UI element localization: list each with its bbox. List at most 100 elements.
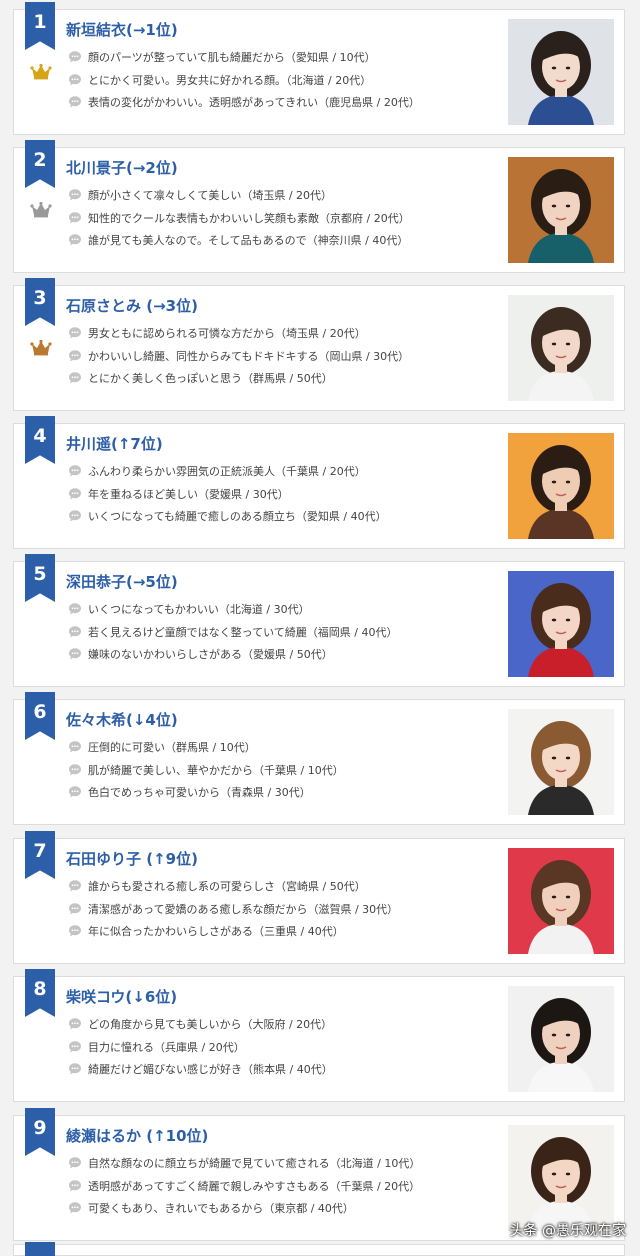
comment-item: 顔が小さくて凛々しくて美しい（埼玉県 / 20代） (68, 184, 410, 207)
comment-text: 誰からも愛される癒し系の可愛らしさ（宮崎県 / 50代） (88, 880, 366, 894)
comment-item: 男女ともに認められる可憐な方だから（埼玉県 / 20代） (68, 322, 409, 345)
comment-text: 嫌味のないかわいらしさがある（愛媛県 / 50代） (88, 648, 333, 662)
comment-bubble-icon (69, 73, 81, 86)
comment-text: かわいいし綺麗、同性からみてもドキドキする（岡山県 / 30代） (88, 349, 410, 363)
comment-bubble-icon (69, 372, 81, 384)
comment-text: とにかく可愛い。男女共に好かれる顔。（北海道 / 20代） (88, 73, 372, 87)
ranking-card: 2 北川景子(→2位) 顔が小さくて凛々しくて美しい（埼玉県 / 20代） 知性的でク… (13, 140, 625, 273)
comment-item: 清潔感があって愛嬌のある癒し系な顔だから（滋賀県 / 30代） (68, 898, 398, 921)
comment-item: 若く見えるけど童顔ではなく整っていて綺麗（福岡県 / 40代） (68, 621, 397, 644)
comment-text: 色白でめっちゃ可愛いから（青森県 / 30代） (88, 786, 311, 800)
celebrity-name[interactable]: 柴咲コウ(↓6位) (66, 986, 177, 1007)
celebrity-photo[interactable] (508, 433, 614, 539)
comment-list: 顔が小さくて凛々しくて美しい（埼玉県 / 20代） 知性的でクールな表情もかわいい… (68, 184, 410, 252)
comment-item: 年を重ねるほど美しい（愛媛県 / 30代） (68, 483, 387, 506)
comment-text: いくつになってもかわいい（北海道 / 30代） (88, 603, 310, 617)
celebrity-name[interactable]: 佐々木希(↓4位) (66, 709, 178, 730)
comment-bubble-icon (69, 925, 81, 937)
comment-item: 嫌味のないかわいらしさがある（愛媛県 / 50代） (68, 643, 397, 666)
comment-item: 色白でめっちゃ可愛いから（青森県 / 30代） (68, 781, 344, 804)
rank-ribbon: 8 (25, 969, 55, 1017)
comment-bubble-icon (69, 1018, 81, 1030)
gold-crown-icon (30, 63, 52, 80)
ranking-card: 4 井川遥(↑7位) ふんわり柔らかい雰囲気の正統派美人（千葉県 / 20代） 年を重… (13, 416, 625, 549)
comment-bubble-icon (69, 648, 81, 660)
comment-bubble-icon (69, 880, 81, 892)
comment-item: ふんわり柔らかい雰囲気の正統派美人（千葉県 / 20代） (68, 460, 387, 483)
comment-bubble-icon (69, 1202, 81, 1214)
comment-item: 誰からも愛される癒し系の可愛らしさ（宮崎県 / 50代） (68, 875, 398, 898)
comment-item: 可愛くもあり、きれいでもあるから（東京都 / 40代） (68, 1197, 420, 1220)
silver-crown-icon (30, 201, 52, 218)
celebrity-name[interactable]: 石原さとみ (→3位) (66, 295, 198, 316)
ranking-card: 7 石田ゆり子 (↑9位) 誰からも愛される癒し系の可愛らしさ（宮崎県 / 50代）… (13, 831, 625, 964)
watermark: 头条 @愚乐观在家 (509, 1223, 626, 1239)
comment-bubble-icon (69, 465, 81, 477)
comment-item: 圧倒的に可愛い（群馬県 / 10代） (68, 736, 344, 759)
comment-bubble-icon (69, 1179, 81, 1192)
rank-ribbon: 1 (25, 2, 55, 50)
comment-text: いくつになっても綺麗で癒しのある顔立ち（愛知県 / 40代） (88, 510, 387, 524)
comment-bubble-icon (69, 211, 81, 224)
rank-ribbon: 6 (25, 692, 55, 740)
celebrity-name[interactable]: 石田ゆり子 (↑9位) (66, 848, 198, 869)
celebrity-photo[interactable] (508, 848, 614, 954)
comment-list: いくつになってもかわいい（北海道 / 30代） 若く見えるけど童顔ではなく整ってい… (68, 598, 397, 666)
ranking-card: 6 佐々木希(↓4位) 圧倒的に可愛い（群馬県 / 10代） 肌が綺麗で美しい、華やか… (13, 692, 625, 825)
comment-item: 年に似合ったかわいらしさがある（三重県 / 40代） (68, 920, 398, 943)
celebrity-name[interactable]: 新垣結衣(→1位) (66, 19, 178, 40)
comment-text: 顔が小さくて凛々しくて美しい（埼玉県 / 20代） (88, 189, 333, 203)
comment-bubble-icon (69, 349, 81, 362)
celebrity-photo[interactable] (508, 157, 614, 263)
comment-bubble-icon (69, 189, 81, 201)
comment-text: 圧倒的に可愛い（群馬県 / 10代） (88, 741, 256, 755)
next-ranking-card-partial (13, 1242, 625, 1256)
comment-text: 自然な顔なのに顔立ちが綺麗で見ていて癒される（北海道 / 10代） (88, 1157, 421, 1171)
comment-item: いくつになってもかわいい（北海道 / 30代） (68, 598, 397, 621)
comment-list: どの角度から見ても美しいから（大阪府 / 20代） 目力に憧れる（兵庫県 / 20… (68, 1013, 333, 1081)
celebrity-photo[interactable] (508, 295, 614, 401)
celebrity-photo[interactable] (508, 986, 614, 1092)
comment-bubble-icon (69, 510, 81, 522)
comment-item: とにかく可愛い。男女共に好かれる顔。（北海道 / 20代） (68, 69, 420, 92)
comment-item: 目力に憧れる（兵庫県 / 20代） (68, 1036, 333, 1059)
comment-text: 若く見えるけど童顔ではなく整っていて綺麗（福岡県 / 40代） (88, 625, 398, 639)
rank-ribbon: 7 (25, 831, 55, 879)
celebrity-photo[interactable] (508, 709, 614, 815)
comment-item: 自然な顔なのに顔立ちが綺麗で見ていて癒される（北海道 / 10代） (68, 1152, 420, 1175)
comment-bubble-icon (69, 625, 81, 638)
comment-bubble-icon (69, 96, 81, 108)
bronze-crown-icon (30, 339, 52, 356)
celebrity-photo[interactable] (508, 1125, 614, 1231)
ranking-card: 1 新垣結衣(→1位) 顔のパーツが整っていて肌も綺麗だから（愛知県 / 10代） と… (13, 2, 625, 135)
celebrity-photo[interactable] (508, 19, 614, 125)
comment-bubble-icon (69, 902, 81, 915)
ranking-card: 5 深田恭子(→5位) いくつになってもかわいい（北海道 / 30代） 若く見えるけど… (13, 554, 625, 687)
celebrity-name[interactable]: 北川景子(→2位) (66, 157, 178, 178)
comment-text: 男女ともに認められる可憐な方だから（埼玉県 / 20代） (88, 327, 366, 341)
celebrity-name[interactable]: 井川遥(↑7位) (66, 433, 163, 454)
comment-bubble-icon (69, 763, 81, 776)
ranking-card: 3 石原さとみ (→3位) 男女ともに認められる可憐な方だから（埼玉県 / 20代）… (13, 278, 625, 411)
comment-text: 可愛くもあり、きれいでもあるから（東京都 / 40代） (88, 1202, 354, 1216)
comment-text: とにかく美しく色っぽいと思う（群馬県 / 50代） (88, 372, 333, 386)
celebrity-name[interactable]: 深田恭子(→5位) (66, 571, 178, 592)
comment-text: 表情の変化がかわいい。透明感があってきれい（鹿児島県 / 20代） (88, 96, 420, 110)
ranking-card: 8 柴咲コウ(↓6位) どの角度から見ても美しいから（大阪府 / 20代） 目力に憧れ… (13, 969, 625, 1102)
comment-text: 透明感があってすごく綺麗で親しみやすさもある（千葉県 / 20代） (88, 1179, 421, 1193)
comment-bubble-icon (69, 51, 81, 63)
comment-item: どの角度から見ても美しいから（大阪府 / 20代） (68, 1013, 333, 1036)
comment-text: 肌が綺麗で美しい、華やかだから（千葉県 / 10代） (88, 763, 344, 777)
celebrity-name[interactable]: 綾瀬はるか (↑10位) (66, 1125, 208, 1146)
rank-ribbon: 2 (25, 140, 55, 188)
comment-text: 綺麗だけど媚びない感じが好き（熊本県 / 40代） (88, 1063, 333, 1077)
comment-bubble-icon (69, 1040, 81, 1053)
comment-text: 清潔感があって愛嬌のある癒し系な顔だから（滋賀県 / 30代） (88, 902, 399, 916)
comment-text: どの角度から見ても美しいから（大阪府 / 20代） (88, 1018, 333, 1032)
celebrity-photo[interactable] (508, 571, 614, 677)
comment-list: 顔のパーツが整っていて肌も綺麗だから（愛知県 / 10代） とにかく可愛い。男女共… (68, 46, 420, 114)
comment-bubble-icon (69, 487, 81, 500)
comment-bubble-icon (69, 234, 81, 246)
rank-ribbon: 4 (25, 416, 55, 464)
comment-text: 誰が見ても美人なので。そして品もあるので（神奈川県 / 40代） (88, 234, 409, 248)
